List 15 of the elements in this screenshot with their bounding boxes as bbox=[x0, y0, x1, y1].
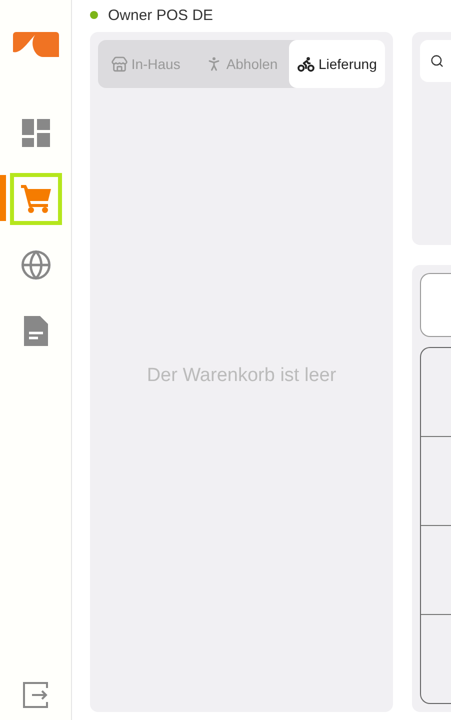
order-type-tab[interactable]: In-Haus bbox=[98, 40, 194, 88]
bicycle-icon bbox=[297, 55, 316, 73]
store-icon bbox=[111, 56, 128, 72]
empty-cart-message: Der Warenkorb ist leer bbox=[146, 365, 336, 387]
order-type-tab[interactable]: Abholen bbox=[194, 40, 290, 88]
dashboard-icon bbox=[22, 119, 50, 147]
document-icon bbox=[24, 316, 48, 346]
logo-icon bbox=[12, 32, 58, 60]
status-label: Owner POS DE bbox=[108, 6, 214, 24]
cart-icon bbox=[20, 185, 50, 213]
nav-button[interactable] bbox=[10, 173, 62, 225]
search-icon bbox=[430, 54, 444, 68]
globe-icon bbox=[20, 249, 52, 281]
order-type-tab[interactable]: Lieferung bbox=[289, 40, 386, 88]
logout-icon[interactable] bbox=[22, 682, 48, 708]
